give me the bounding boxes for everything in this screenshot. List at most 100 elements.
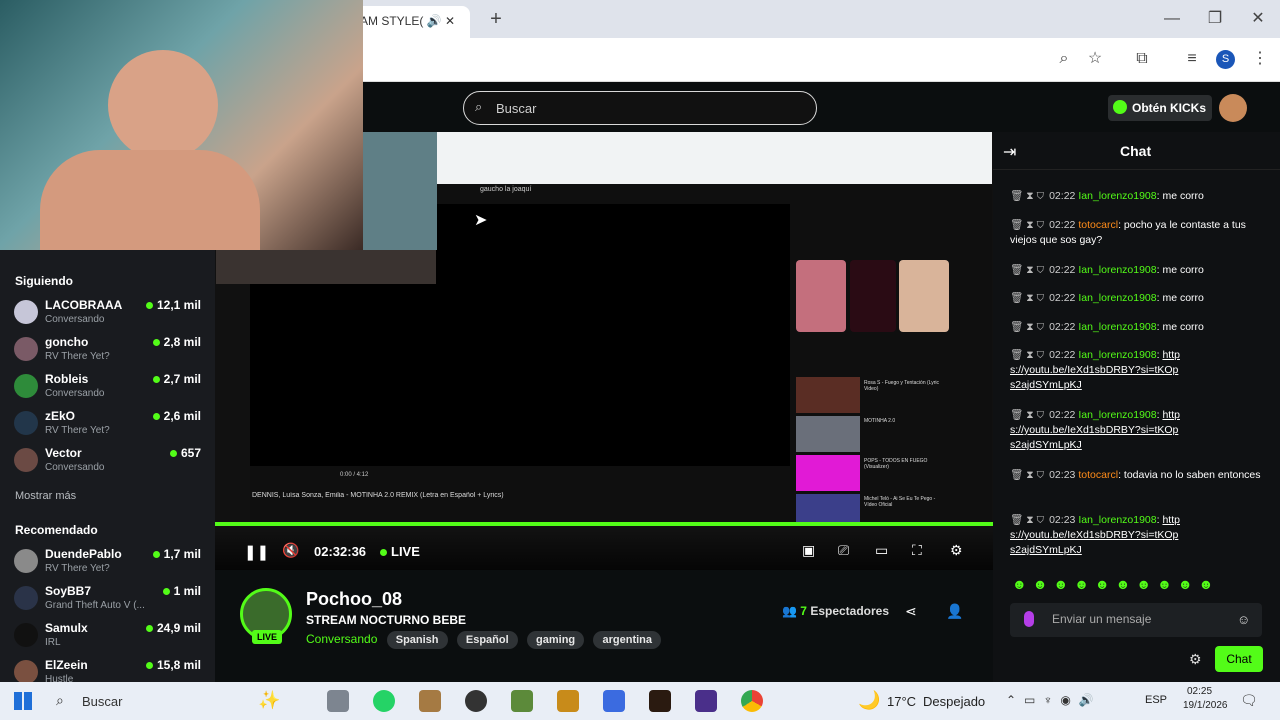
message-user[interactable]: Ian_lorenzo1908 [1078, 514, 1156, 526]
message-user[interactable]: totocarcl [1078, 469, 1118, 481]
weather-temp: 17°C [887, 694, 917, 709]
browser-tab[interactable]: AM STYLE( 🔊 ✕ [350, 6, 470, 38]
speaker-icon[interactable]: 🔊 [427, 14, 442, 28]
task-view-icon[interactable] [327, 690, 349, 712]
language-indicator[interactable]: ESP [1145, 694, 1167, 706]
progress-bar[interactable] [215, 522, 993, 526]
zoom-icon[interactable]: ⌕ [1050, 45, 1078, 73]
close-tab-icon[interactable]: ✕ [445, 14, 455, 28]
profile-avatar[interactable]: S [1216, 50, 1235, 69]
message-time: 02:23 [1049, 469, 1076, 481]
windows-start-icon[interactable] [14, 692, 32, 710]
tag[interactable]: gaming [527, 631, 585, 649]
message-user[interactable]: Ian_lorenzo1908 [1078, 321, 1156, 333]
channel-item[interactable]: Vector Conversando 657 [14, 446, 209, 482]
app-icon-5[interactable] [695, 690, 717, 712]
channel-item[interactable]: LACOBRAAA Conversando 12,1 mil [14, 298, 209, 334]
new-tab-button[interactable]: + [482, 5, 510, 33]
taskbar-search[interactable]: Buscar [82, 694, 122, 709]
tag[interactable]: Spanish [386, 631, 448, 649]
channel-category: RV There Yet? [45, 425, 110, 436]
chat-message: 🗑 ⧗ ⛉ 02:23 totocarcl: todavia no lo saben… [1010, 469, 1261, 481]
viewer-count-value: 12,1 mil [156, 298, 201, 312]
smiley-icon[interactable]: ☺ [1237, 612, 1250, 627]
channel-name: Samulx [45, 621, 88, 635]
channel-item[interactable]: zEkO RV There Yet? 2,6 mil [14, 409, 209, 445]
channel-item[interactable]: ElZeein Hustle 15,8 mil [14, 658, 209, 682]
message-user[interactable]: Ian_lorenzo1908 [1078, 190, 1156, 202]
tray-icons[interactable]: ⌃▭♆◉🔊 [1006, 693, 1102, 707]
mute-icon[interactable]: 🔇 [282, 542, 299, 559]
extensions-icon[interactable]: ⧉ [1128, 45, 1156, 73]
app-icon-1[interactable] [419, 690, 441, 712]
pause-icon[interactable]: ❚❚ [244, 543, 269, 561]
mod-icons[interactable]: 🗑 ⧗ ⛉ [1010, 514, 1044, 526]
channel-name: zEkO [45, 409, 76, 423]
mod-icons[interactable]: 🗑 ⧗ ⛉ [1010, 321, 1044, 333]
emote-picker-icon[interactable] [1024, 611, 1034, 627]
fullscreen-icon[interactable]: ⛶ [912, 542, 922, 559]
mod-icons[interactable]: 🗑 ⧗ ⛉ [1010, 292, 1044, 304]
collapse-chat-icon[interactable]: ⇥ [1003, 142, 1016, 162]
avatar [14, 300, 38, 324]
mod-icons[interactable]: 🗑 ⧗ ⛉ [1010, 219, 1044, 231]
chat-message: 🗑 ⧗ ⛉ 02:22 Ian_lorenzo1908: me corro [1010, 321, 1204, 333]
search-input[interactable]: Buscar [463, 91, 817, 125]
yt-thumb-1 [796, 377, 860, 413]
whatsapp-icon[interactable] [373, 690, 395, 712]
settings-icon[interactable]: ⚙ [950, 542, 963, 559]
maximize-icon[interactable]: ❐ [1201, 5, 1229, 33]
message-user[interactable]: Ian_lorenzo1908 [1078, 349, 1156, 361]
channel-item[interactable]: DuendePablo RV There Yet? 1,7 mil [14, 547, 209, 583]
channel-item[interactable]: Samulx IRL 24,9 mil [14, 621, 209, 657]
mod-icons[interactable]: 🗑 ⧗ ⛉ [1010, 349, 1044, 361]
mod-icons[interactable]: 🗑 ⧗ ⛉ [1010, 469, 1044, 481]
channel-category: Hustle [45, 674, 74, 682]
theater-icon[interactable]: ▭ [875, 542, 888, 559]
media-icon[interactable]: ≡ [1178, 45, 1206, 73]
send-chat-button[interactable]: Chat [1215, 646, 1263, 672]
follow-icon[interactable]: 👤 [946, 603, 963, 620]
chat-input[interactable]: Enviar un mensaje [1010, 603, 1262, 637]
message-user[interactable]: Ian_lorenzo1908 [1078, 409, 1156, 421]
chrome-icon[interactable] [741, 690, 763, 712]
share-icon[interactable]: ⋖ [905, 603, 917, 620]
message-user[interactable]: Ian_lorenzo1908 [1078, 292, 1156, 304]
stream-category[interactable]: Conversando [306, 632, 377, 646]
viewer-count: 657 [169, 446, 201, 460]
bookmark-star-icon[interactable]: ☆ [1081, 45, 1109, 73]
mod-icons[interactable]: 🗑 ⧗ ⛉ [1010, 190, 1044, 202]
app-icon-3[interactable] [557, 690, 579, 712]
app-icon-2[interactable] [465, 690, 487, 712]
notification-icon[interactable]: 🗨 [1240, 692, 1258, 709]
avatar [14, 660, 38, 682]
minimize-icon[interactable]: — [1158, 5, 1186, 33]
pip-icon[interactable]: ▣ [802, 542, 815, 559]
chat-settings-icon[interactable]: ⚙ [1189, 651, 1202, 668]
viewers-count-value: 7 [800, 604, 807, 618]
clock-date[interactable]: 19/1/2026 [1183, 700, 1228, 711]
tag[interactable]: Español [456, 631, 518, 649]
message-user[interactable]: totocarcl [1078, 219, 1118, 231]
mod-icons[interactable]: 🗑 ⧗ ⛉ [1010, 409, 1044, 421]
roblox-icon[interactable] [603, 690, 625, 712]
app-icon-4[interactable] [649, 690, 671, 712]
channel-item[interactable]: goncho RV There Yet? 2,8 mil [14, 335, 209, 371]
channel-name[interactable]: Pochoo_08 [306, 589, 402, 610]
mod-icons[interactable]: 🗑 ⧗ ⛉ [1010, 264, 1044, 276]
chat-message: 🗑 ⧗ ⛉ 02:22 Ian_lorenzo1908: me corro [1010, 292, 1204, 304]
clip-icon[interactable]: ⎚ [838, 542, 849, 559]
minecraft-icon[interactable] [511, 690, 533, 712]
channel-item[interactable]: Robleis Conversando 2,7 mil [14, 372, 209, 408]
tag[interactable]: argentina [593, 631, 661, 649]
user-avatar[interactable] [1219, 94, 1247, 122]
emote-bar[interactable]: ☻☻☻☻☻☻☻☻☻☻ [1012, 576, 1219, 592]
message-text: me corro [1162, 292, 1204, 304]
sparkle-icon: ✨ [258, 690, 281, 710]
show-more-link[interactable]: Mostrar más [15, 490, 76, 502]
menu-icon[interactable]: ⋮ [1246, 45, 1274, 73]
message-user[interactable]: Ian_lorenzo1908 [1078, 264, 1156, 276]
clock-time[interactable]: 02:25 [1187, 686, 1212, 697]
close-window-icon[interactable]: ✕ [1244, 5, 1272, 33]
channel-item[interactable]: SoyBB7 Grand Theft Auto V (... 1 mil [14, 584, 209, 620]
